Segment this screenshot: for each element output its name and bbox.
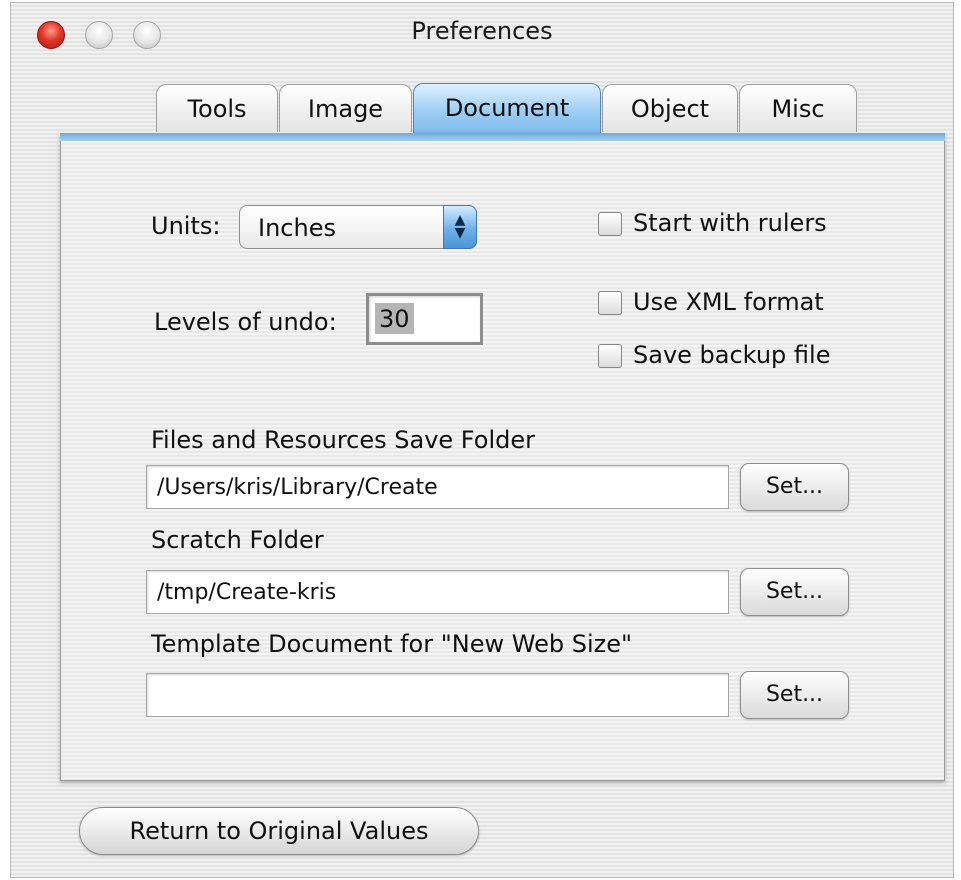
title-bar[interactable]: Preferences bbox=[11, 3, 953, 65]
start-with-rulers-label[interactable]: Start with rulers bbox=[633, 209, 827, 237]
template-document-label: Template Document for "New Web Size" bbox=[151, 630, 633, 658]
save-folder-field[interactable]: /Users/kris/Library/Create bbox=[146, 465, 729, 509]
scratch-folder-label: Scratch Folder bbox=[151, 526, 324, 554]
tab-image[interactable]: Image bbox=[279, 84, 412, 132]
tab-document[interactable]: Document bbox=[413, 83, 601, 135]
save-folder-label: Files and Resources Save Folder bbox=[151, 426, 535, 454]
levels-of-undo-value: 30 bbox=[375, 303, 414, 334]
tab-tools[interactable]: Tools bbox=[156, 84, 278, 132]
use-xml-format-checkbox[interactable] bbox=[598, 291, 622, 315]
preferences-window: Preferences Tools Image Object Misc Docu… bbox=[10, 2, 954, 878]
save-folder-set-button[interactable]: Set... bbox=[740, 463, 849, 511]
tab-object[interactable]: Object bbox=[602, 84, 738, 132]
save-backup-file-label[interactable]: Save backup file bbox=[633, 341, 830, 369]
save-backup-file-checkbox[interactable] bbox=[598, 344, 622, 368]
units-value: Inches bbox=[258, 214, 336, 242]
template-document-field[interactable] bbox=[146, 673, 729, 717]
units-popup[interactable]: Inches ▲ ▼ bbox=[239, 205, 477, 249]
units-label: Units: bbox=[151, 212, 221, 240]
levels-of-undo-label: Levels of undo: bbox=[154, 308, 337, 336]
up-down-arrows-icon: ▲ ▼ bbox=[443, 205, 477, 249]
panel-accent-bar bbox=[60, 133, 945, 141]
window-title: Preferences bbox=[411, 17, 553, 45]
start-with-rulers-checkbox[interactable] bbox=[598, 212, 622, 236]
tab-misc[interactable]: Misc bbox=[739, 84, 857, 132]
use-xml-format-label[interactable]: Use XML format bbox=[633, 288, 824, 316]
template-document-set-button[interactable]: Set... bbox=[740, 671, 849, 719]
scratch-folder-field[interactable]: /tmp/Create-kris bbox=[146, 570, 729, 614]
return-to-original-values-button[interactable]: Return to Original Values bbox=[79, 807, 479, 855]
levels-of-undo-input[interactable]: 30 bbox=[366, 293, 483, 345]
scratch-folder-set-button[interactable]: Set... bbox=[740, 568, 849, 616]
